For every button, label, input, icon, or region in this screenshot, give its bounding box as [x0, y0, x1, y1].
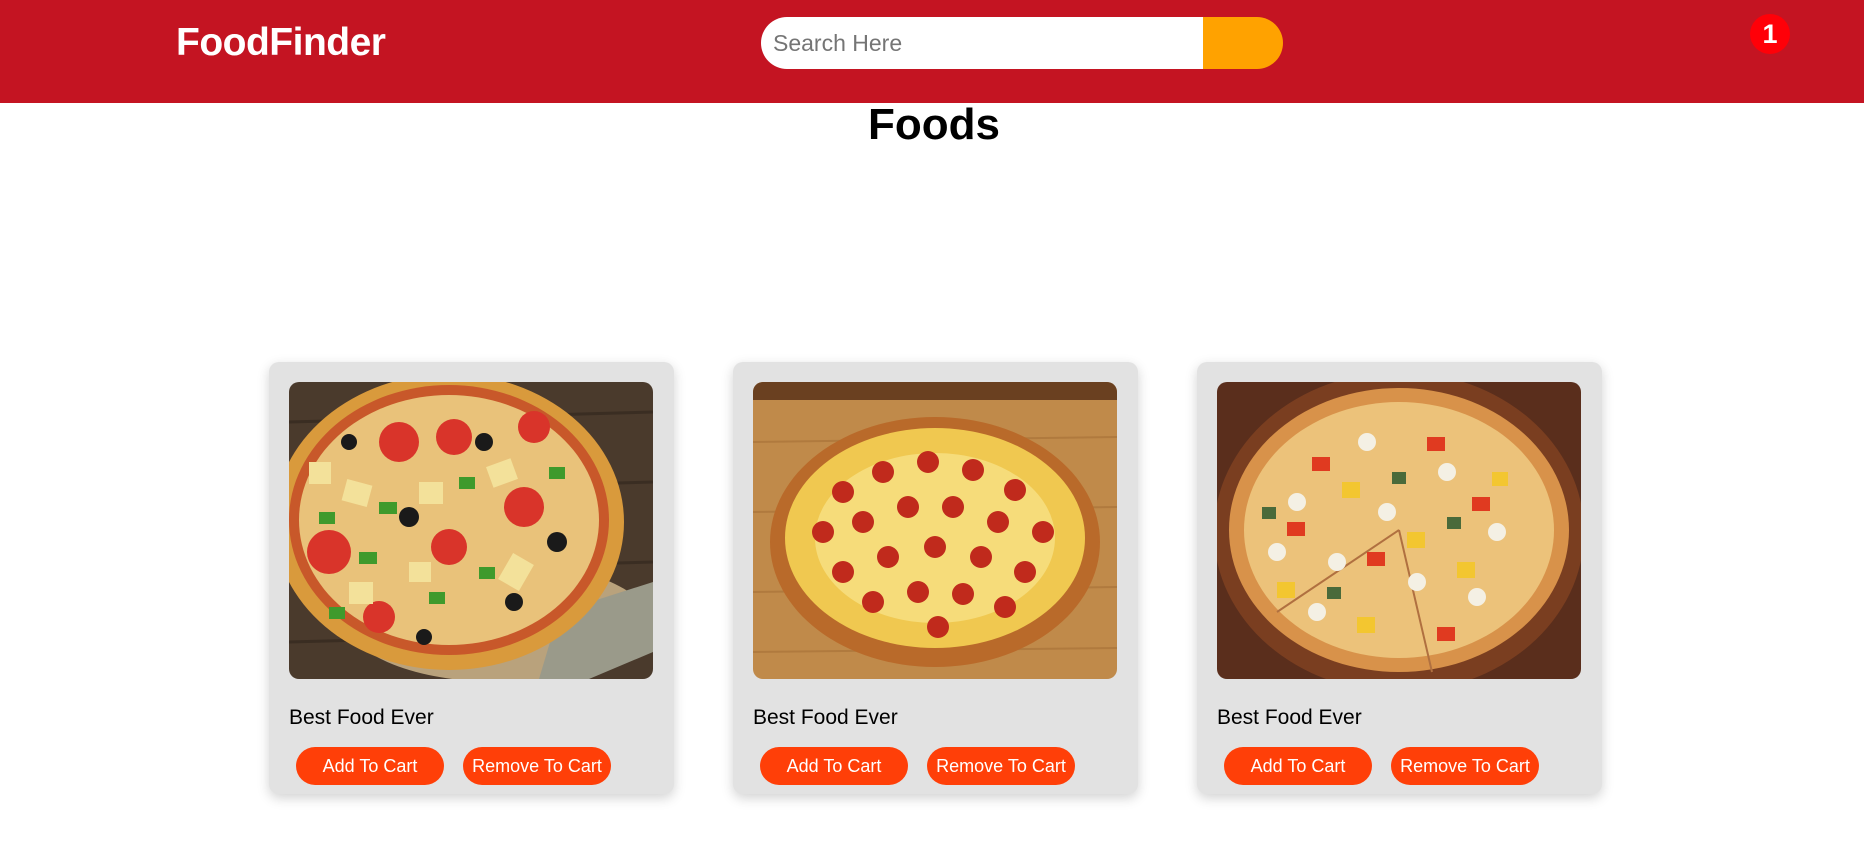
add-to-cart-button[interactable]: Add To Cart	[760, 747, 908, 785]
page-title: Foods	[868, 100, 1000, 149]
card-title: Best Food Ever	[289, 706, 434, 729]
remove-from-cart-button[interactable]: Remove To Cart	[1391, 747, 1539, 785]
remove-from-cart-button[interactable]: Remove To Cart	[463, 747, 611, 785]
navbar: FoodFinder 1	[0, 0, 1864, 103]
food-card: Best Food Ever Add To Cart Remove To Car…	[1197, 362, 1602, 794]
cart-count-badge[interactable]: 1	[1750, 14, 1790, 54]
add-to-cart-button[interactable]: Add To Cart	[1224, 747, 1372, 785]
food-card: Best Food Ever Add To Cart Remove To Car…	[269, 362, 674, 794]
search-input[interactable]	[761, 17, 1203, 69]
food-card: Best Food Ever Add To Cart Remove To Car…	[733, 362, 1138, 794]
remove-from-cart-button[interactable]: Remove To Cart	[927, 747, 1075, 785]
card-title: Best Food Ever	[1217, 706, 1362, 729]
add-to-cart-button[interactable]: Add To Cart	[296, 747, 444, 785]
pizza-supreme-image	[289, 382, 653, 679]
search-button[interactable]	[1203, 17, 1283, 69]
pizza-pepperoni-image	[753, 382, 1117, 679]
pizza-veggie-image	[1217, 382, 1581, 679]
card-title: Best Food Ever	[753, 706, 898, 729]
search-bar	[761, 17, 1283, 69]
brand-logo[interactable]: FoodFinder	[176, 18, 386, 68]
